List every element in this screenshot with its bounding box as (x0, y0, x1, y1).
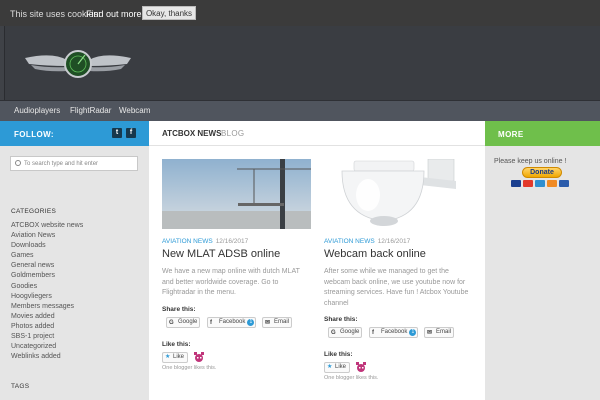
site-header (0, 26, 600, 100)
blogger-likes-text: One blogger likes this. (324, 375, 379, 381)
category-link[interactable]: Goldmembers (11, 271, 83, 281)
post-date: 12/16/2017 (215, 238, 249, 245)
post-excerpt: After some while we managed to get the w… (324, 268, 469, 307)
category-link[interactable]: General news (11, 261, 83, 271)
category-link[interactable]: Movies added (11, 312, 83, 322)
category-link[interactable]: SBS-1 project (11, 332, 83, 342)
category-link[interactable]: Uncategorized (11, 342, 83, 352)
like-button[interactable]: ★ Like (324, 362, 350, 373)
category-link[interactable]: Weblinks added (11, 352, 83, 362)
tags-title: TAGS (11, 383, 30, 390)
category-link[interactable]: Photos added (11, 322, 83, 332)
keep-online-text: Please keep us online ! (494, 158, 567, 165)
post-category-link[interactable]: AVIATION NEWS (324, 238, 375, 245)
site-logo[interactable] (23, 44, 133, 84)
nav-item-audioplayers[interactable]: Audioplayers (14, 106, 60, 115)
discover-card-icon (547, 180, 557, 187)
twitter-icon[interactable]: t (112, 128, 122, 138)
star-icon: ★ (327, 364, 333, 370)
blog-heading: ATCBOX NEWS BLOG (149, 121, 485, 146)
search-placeholder: To search type and hit enter (24, 161, 99, 167)
share-label: Share this: (162, 306, 196, 313)
share-facebook-button[interactable]: f Facebook 1 (207, 317, 257, 328)
category-link[interactable]: Aviation News (11, 231, 83, 241)
facebook-icon: f (372, 330, 374, 336)
category-link[interactable]: Games (11, 251, 83, 261)
blogger-likes-text: One blogger likes this. (162, 365, 217, 371)
category-link[interactable]: Goodies (11, 282, 83, 292)
category-link[interactable]: Downloads (11, 241, 83, 251)
categories-title: CATEGORIES (11, 208, 57, 215)
left-sidebar: FOLLOW: t f To search type and hit enter… (0, 121, 149, 400)
star-icon: ★ (165, 354, 171, 360)
search-input[interactable]: To search type and hit enter (10, 156, 138, 171)
category-link[interactable]: Hoogvliegers (11, 292, 83, 302)
cookie-okay-button[interactable]: Okay, thanks (142, 6, 196, 20)
blog-heading-light: BLOG (221, 129, 245, 138)
post-category-link[interactable]: AVIATION NEWS (162, 238, 213, 245)
facebook-icon: f (210, 320, 212, 326)
category-link[interactable]: ATCBOX website news (11, 221, 83, 231)
email-icon: ✉ (427, 330, 433, 336)
share-email-button[interactable]: ✉ Email (424, 327, 454, 338)
follow-bar: FOLLOW: t f (0, 121, 149, 146)
like-label: Like this: (324, 351, 353, 358)
share-google-button[interactable]: G Google (166, 317, 201, 328)
post-image-webcam-dome[interactable] (324, 159, 473, 229)
more-label: MORE (498, 130, 524, 139)
right-sidebar: MORE Please keep us online ! Donate (485, 121, 600, 400)
email-icon: ✉ (265, 320, 271, 326)
post-title-link[interactable]: Webcam back online (324, 248, 426, 260)
paypal-card-icon (559, 180, 569, 187)
category-link[interactable]: Members messages (11, 302, 83, 312)
like-button[interactable]: ★ Like (162, 352, 188, 363)
post-meta: AVIATION NEWS 12/16/2017 (324, 238, 410, 245)
share-google-button[interactable]: G Google (328, 327, 363, 338)
main-content: ATCBOX NEWS BLOG AVIATION NEWS 12/16/2017… (149, 121, 485, 400)
share-facebook-button[interactable]: f Facebook 1 (369, 327, 419, 338)
follow-label: FOLLOW: (14, 130, 54, 139)
facebook-share-count: 1 (409, 329, 417, 336)
post-meta: AVIATION NEWS 12/16/2017 (162, 238, 248, 245)
mastercard-icon (523, 180, 533, 187)
nav-item-webcam[interactable]: Webcam (119, 106, 150, 115)
blog-heading-bold: ATCBOX NEWS (162, 129, 222, 138)
blogger-avatar[interactable] (192, 350, 206, 364)
google-icon: G (169, 320, 174, 326)
cookie-bar: This site uses cookies: Find out more. O… (0, 0, 600, 26)
facebook-icon[interactable]: f (126, 128, 136, 138)
post-title-link[interactable]: New MLAT ADSB online (162, 248, 280, 260)
nav-item-flightradar[interactable]: FlightRadar (70, 106, 111, 115)
share-email-button[interactable]: ✉ Email (262, 317, 292, 328)
post-date: 12/16/2017 (377, 238, 411, 245)
search-icon (15, 160, 21, 166)
categories-list: ATCBOX website news Aviation News Downlo… (11, 221, 83, 362)
share-label: Share this: (324, 316, 358, 323)
main-nav: Audioplayers FlightRadar Webcam (0, 100, 600, 121)
cookie-find-out-more-link[interactable]: Find out more. (86, 9, 144, 19)
post-image-antenna[interactable] (162, 159, 311, 229)
donate-button[interactable]: Donate (522, 167, 562, 178)
like-label: Like this: (162, 341, 191, 348)
blogger-avatar[interactable] (354, 360, 368, 374)
amex-card-icon (535, 180, 545, 187)
header-inner (4, 26, 600, 100)
post-excerpt: We have a new map online with dutch MLAT… (162, 268, 300, 296)
visa-card-icon (511, 180, 521, 187)
google-icon: G (331, 330, 336, 336)
facebook-share-count: 1 (247, 319, 255, 326)
more-bar: MORE (485, 121, 600, 146)
